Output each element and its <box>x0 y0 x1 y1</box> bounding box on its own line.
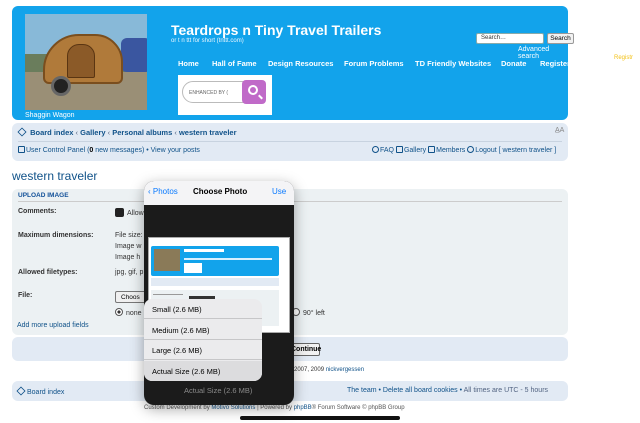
nav-design-resources[interactable]: Design Resources <box>268 59 333 68</box>
breadcrumb-separator: ‹ <box>174 128 177 137</box>
size-option-ghost-label: Actual Size (2.6 MB) <box>184 386 253 395</box>
max-dimensions-label: Maximum dimensions: <box>18 232 94 239</box>
user-control-panel-link[interactable]: User Control Panel (0 new messages) • Vi… <box>18 146 200 154</box>
size-option-actual[interactable]: Actual Size (2.6 MB) <box>144 361 262 381</box>
team-link[interactable]: The team <box>347 387 377 394</box>
rotate-none-option[interactable]: none <box>115 308 142 317</box>
site-header: Shaggin Wagon Teardrops n Tiny Travel Tr… <box>12 6 574 120</box>
max-dim-width: Image w <box>115 243 142 250</box>
footer-board-index-link[interactable]: Board index <box>16 386 64 396</box>
home-icon <box>16 386 26 396</box>
add-upload-fields-link[interactable]: Add more upload fields <box>17 322 89 329</box>
logo-caption: Shaggin Wagon <box>25 112 75 119</box>
ad-search-widget: ENHANCED BY ( <box>178 75 272 115</box>
ucp-icon <box>18 146 25 153</box>
logout-icon <box>467 146 475 153</box>
faq-link[interactable]: FAQ <box>380 147 394 154</box>
filetypes-label: Allowed filetypes: <box>18 269 78 276</box>
offscreen-register-link[interactable]: Registr <box>614 55 633 61</box>
logout-link[interactable]: Logout [ western traveler ] <box>475 147 556 154</box>
picker-use-button[interactable]: Use <box>272 187 286 196</box>
size-option-large[interactable]: Large (2.6 MB) <box>144 340 262 360</box>
nav-forum-problems[interactable]: Forum Problems <box>344 59 404 68</box>
breadcrumb-separator: ‹ <box>75 128 79 137</box>
gallery-copyright: 2007, 2009 nickvergessen <box>294 367 365 373</box>
motivo-link[interactable]: Motivo Solutions <box>211 405 255 411</box>
filetypes-value: jpg, gif, p <box>115 269 144 276</box>
navbar-divider <box>18 141 562 142</box>
search-button[interactable]: Search <box>547 33 574 44</box>
picker-back-button[interactable]: ‹ Photos <box>148 187 178 196</box>
faq-icon <box>372 146 379 153</box>
site-logo-photo[interactable] <box>25 14 147 110</box>
navbar: Board index ‹ Gallery ‹ Personal albums … <box>12 123 568 161</box>
gallery-link[interactable]: Gallery <box>404 147 426 154</box>
logo-wheel <box>51 76 71 96</box>
page-title: western traveler <box>12 169 98 183</box>
nav-hall-of-fame[interactable]: Hall of Fame <box>212 59 257 68</box>
breadcrumb-separator: ‹ <box>107 128 111 137</box>
logo-car <box>121 38 147 72</box>
nav-register[interactable]: Register <box>540 59 570 68</box>
ad-search-button[interactable] <box>242 80 266 104</box>
logo-trailer-door <box>67 44 95 78</box>
screen: Shaggin Wagon Teardrops n Tiny Travel Tr… <box>0 0 640 423</box>
site-title[interactable]: Teardrops n Tiny Travel Trailers <box>171 22 381 38</box>
rotate-none-radio[interactable] <box>115 308 123 316</box>
ad-search-input[interactable]: ENHANCED BY ( <box>182 81 244 103</box>
search-input[interactable]: Search… <box>476 33 544 44</box>
picker-navbar: ‹ Photos Choose Photo Use <box>144 181 294 205</box>
breadcrumb: Board index ‹ Gallery ‹ Personal albums … <box>17 127 237 137</box>
size-option-small[interactable]: Small (2.6 MB) <box>144 299 262 319</box>
members-link[interactable]: Members <box>436 147 465 154</box>
nav-donate[interactable]: Donate <box>501 59 526 68</box>
home-icon <box>17 127 27 137</box>
breadcrumb-board-index[interactable]: Board index <box>30 128 73 137</box>
file-label: File: <box>18 292 33 299</box>
allow-comments-checkbox[interactable] <box>115 208 124 217</box>
breadcrumb-gallery[interactable]: Gallery <box>80 128 105 137</box>
preview-text-line <box>153 294 183 295</box>
preview-title-bar <box>184 249 224 252</box>
gallery-icon <box>395 146 403 153</box>
font-size-icon[interactable]: A̲A <box>555 127 564 134</box>
breadcrumb-personal-albums[interactable]: Personal albums <box>112 128 172 137</box>
preview-nav-bar <box>184 258 272 260</box>
rotate-left-option[interactable]: 90° left <box>292 308 325 317</box>
image-size-menu: Small (2.6 MB) Medium (2.6 MB) Large (2.… <box>144 299 262 381</box>
timezone-text: All times are UTC - 5 hours <box>463 387 549 394</box>
home-indicator-bar[interactable] <box>240 416 400 420</box>
upload-heading: UPLOAD IMAGE <box>18 192 69 199</box>
credits-line: Custom Development by Motivo Solutions |… <box>144 405 405 411</box>
preview-breadcrumb <box>151 278 279 286</box>
user-links: FAQ Gallery Members Logout [ western tra… <box>372 146 556 154</box>
magnifier-icon <box>248 85 258 95</box>
footer-links: The team • Delete all board cookies • Al… <box>347 387 549 394</box>
nav-home[interactable]: Home <box>178 59 199 68</box>
preview-ad-box <box>184 263 202 273</box>
phpbb-link[interactable]: phpBB <box>294 405 312 411</box>
advanced-search-link[interactable]: Advanced search <box>518 46 568 60</box>
comments-label: Comments: <box>18 208 57 215</box>
preview-header <box>151 246 279 276</box>
size-option-medium[interactable]: Medium (2.6 MB) <box>144 320 262 340</box>
preview-logo <box>154 249 180 271</box>
max-dim-height: Image h <box>115 254 141 261</box>
picker-title: Choose Photo <box>193 187 248 196</box>
comments-value: Allow <box>115 208 144 217</box>
site-subtitle: or t n ttt for short (tnttt.com) <box>171 38 244 44</box>
copyright-author-link[interactable]: nickvergessen <box>326 367 364 373</box>
nav-td-friendly-websites[interactable]: TD Friendly Websites <box>415 59 491 68</box>
max-dim-file-size: File size: <box>115 232 143 239</box>
delete-cookies-link[interactable]: Delete all board cookies <box>383 387 458 394</box>
members-icon <box>428 146 436 153</box>
breadcrumb-western-traveler[interactable]: western traveler <box>179 128 237 137</box>
